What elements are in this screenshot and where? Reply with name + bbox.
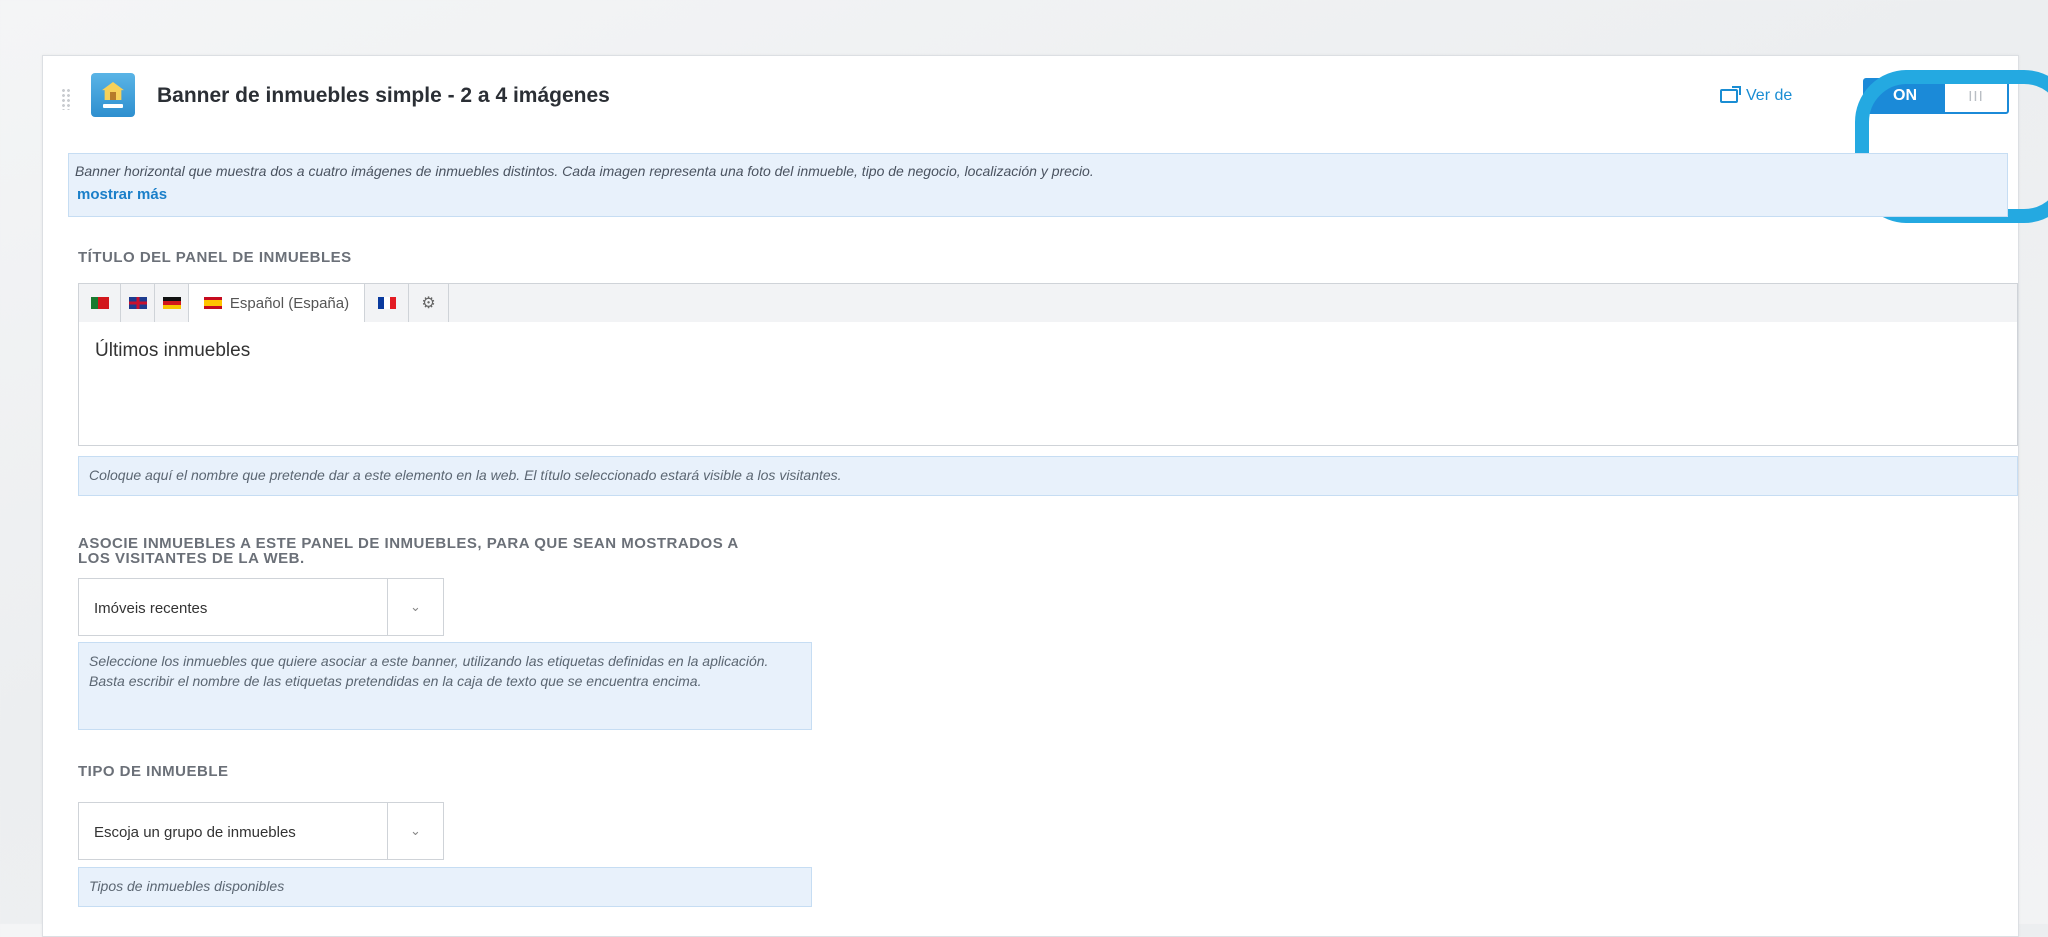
module-title: Banner de inmuebles simple - 2 a 4 imáge… [157, 84, 610, 107]
tab-portuguese[interactable] [79, 284, 121, 322]
flag-fr-icon [377, 297, 396, 309]
house-icon [91, 73, 135, 117]
view-demo-link[interactable]: Ver de [1720, 86, 1793, 105]
associate-help-box: Seleccione los inmuebles que quiere asoc… [78, 642, 812, 730]
associate-help-text: Seleccione los inmuebles que quiere asoc… [89, 653, 769, 689]
tab-german[interactable] [155, 284, 189, 322]
tab-settings[interactable]: ⚙ [409, 284, 449, 322]
flag-de-icon [162, 297, 181, 309]
associate-label-line2: LOS VISITANTES DE LA WEB. [78, 550, 305, 567]
show-more-link[interactable]: mostrar más [77, 186, 167, 203]
type-help-box: Tipos de inmuebles disponibles [78, 867, 812, 907]
module-description: Banner horizontal que muestra dos a cuat… [75, 163, 1094, 179]
drag-handle-icon[interactable] [61, 88, 71, 110]
type-section-label: TIPO DE INMUEBLE [78, 763, 229, 780]
title-help-box: Coloque aquí el nombre que pretende dar … [78, 456, 2018, 496]
tab-spanish[interactable]: Español (España) [189, 284, 365, 322]
tags-select[interactable]: Imóveis recentes ⌄ [78, 578, 444, 636]
tags-select-value: Imóveis recentes [94, 600, 208, 617]
flag-gb-icon [128, 297, 147, 309]
module-description-box: Banner horizontal que muestra dos a cuat… [68, 153, 2008, 217]
gear-icon: ⚙ [421, 295, 436, 312]
type-help-text: Tipos de inmuebles disponibles [89, 878, 285, 894]
panel-title-input[interactable]: Últimos inmuebles [78, 322, 2018, 446]
view-demo-label: Ver de [1746, 87, 1793, 104]
external-link-icon [1720, 86, 1741, 103]
title-help-text: Coloque aquí el nombre que pretende dar … [89, 467, 842, 483]
tab-spanish-label: Español (España) [229, 294, 350, 312]
associate-section-label: ASOCIE INMUEBLES A ESTE PANEL DE INMUEBL… [78, 536, 739, 566]
flag-es-icon [203, 297, 222, 309]
tab-english[interactable] [121, 284, 155, 322]
property-type-select-value: Escoja un grupo de inmuebles [94, 824, 296, 841]
tab-french[interactable] [365, 284, 409, 322]
flag-pt-icon [90, 297, 109, 309]
associate-label-line1: ASOCIE INMUEBLES A ESTE PANEL DE INMUEBL… [78, 535, 739, 552]
chevron-down-icon[interactable]: ⌄ [387, 803, 443, 859]
language-tabs: Español (España) ⚙ [78, 283, 2018, 323]
module-card: Banner de inmuebles simple - 2 a 4 imáge… [42, 55, 2048, 937]
property-type-select[interactable]: Escoja un grupo de inmuebles ⌄ [78, 802, 444, 860]
title-section-label: TÍTULO DEL PANEL DE INMUEBLES [78, 249, 352, 266]
chevron-down-icon[interactable]: ⌄ [387, 579, 443, 635]
